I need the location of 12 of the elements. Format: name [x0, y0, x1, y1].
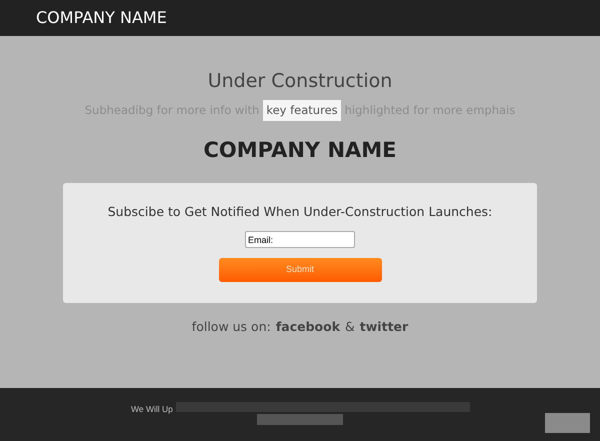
- email-field[interactable]: Email:: [245, 231, 355, 248]
- social-link[interactable]: facebook: [276, 318, 340, 337]
- footer-text: We Will Up: [131, 403, 173, 416]
- follow-label: follow us on:: [192, 318, 271, 336]
- pixelated-block: [545, 413, 590, 433]
- page-title: Under Construction: [208, 70, 392, 94]
- company-name: COMPANY NAME: [203, 137, 397, 164]
- social-link[interactable]: twitter: [360, 318, 408, 337]
- separator-text: &: [345, 318, 355, 336]
- brand-name[interactable]: COMPANY NAME: [36, 10, 167, 26]
- highlight-label: key features: [263, 100, 341, 121]
- signup-heading: Subscibe to Get Notified When Under-Construction Launches:: [108, 203, 492, 222]
